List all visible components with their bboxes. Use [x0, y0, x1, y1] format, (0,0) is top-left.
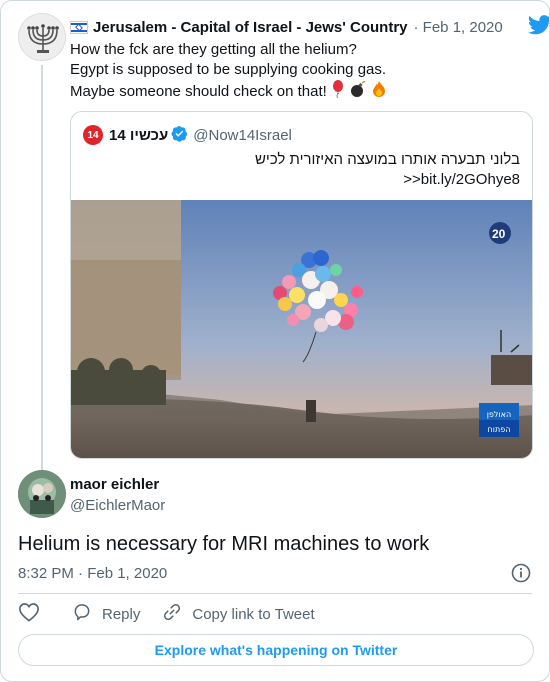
israel-flag-icon — [70, 20, 88, 34]
bomb-emoji-icon — [349, 80, 367, 104]
quoted-tweet[interactable]: 14 עכשיו 14 @Now14Israel בלוני תבערה אות… — [70, 111, 533, 459]
parent-text-line: Egypt is supposed to be supplying cookin… — [70, 61, 387, 78]
link-icon — [162, 602, 192, 626]
open-studio-logo: האולפן הפתוח — [479, 403, 519, 437]
channel-20-logo: 20 — [489, 222, 511, 244]
copy-link-label: Copy link to Tweet — [192, 605, 315, 623]
quoted-handle[interactable]: @Now14Israel — [193, 127, 292, 144]
parent-avatar[interactable] — [18, 13, 66, 61]
like-button[interactable] — [18, 602, 50, 626]
quoted-media-image[interactable]: 20 האולפן הפתוח — [71, 200, 532, 458]
svg-text:הפתוח: הפתוח — [488, 425, 511, 434]
fire-emoji-icon — [371, 80, 387, 104]
reply-bubble-icon — [72, 602, 102, 626]
quoted-tweet-link[interactable]: >>bit.ly/2GOhye8 — [403, 170, 520, 190]
info-icon[interactable] — [511, 563, 531, 588]
divider — [18, 593, 532, 594]
svg-text:האולפן: האולפן — [487, 410, 511, 419]
heart-icon — [18, 602, 50, 626]
quoted-header: 14 עכשיו 14 @Now14Israel — [83, 124, 292, 146]
thread-line — [41, 65, 43, 471]
parent-author-name[interactable]: Jerusalem - Capital of Israel - Jews' Co… — [93, 19, 408, 36]
author-name[interactable]: maor eichler — [70, 476, 159, 493]
author-avatar[interactable] — [18, 470, 66, 518]
tweet-text: Helium is necessary for MRI machines to … — [18, 533, 430, 555]
quoted-tweet-text: בלוני תבערה אותרו במועצה האיזורית לכיש — [254, 151, 520, 168]
copy-link-button[interactable]: Copy link to Tweet — [162, 602, 315, 626]
parent-header: Jerusalem - Capital of Israel - Jews' Co… — [70, 17, 540, 37]
svg-text:20: 20 — [492, 227, 506, 241]
channel-14-badge: 14 — [83, 125, 103, 145]
verified-badge-icon — [171, 125, 188, 146]
parent-text-line: How the fck are they getting all the hel… — [70, 41, 357, 58]
explore-twitter-button[interactable]: Explore what's happening on Twitter — [18, 634, 534, 666]
balloon-emoji-icon — [331, 80, 345, 104]
author-handle[interactable]: @EichlerMaor — [70, 497, 165, 514]
parent-text-line-content: Maybe someone should check on that! — [70, 83, 327, 100]
tweet-timestamp[interactable]: 8:32 PM · Feb 1, 2020 — [18, 565, 167, 582]
quoted-author-name[interactable]: עכשיו 14 — [109, 127, 168, 144]
parent-date[interactable]: · Feb 1, 2020 — [414, 19, 503, 36]
reply-label: Reply — [102, 605, 141, 623]
parent-text-line: Maybe someone should check on that! — [70, 80, 510, 104]
embedded-tweet-card: Jerusalem - Capital of Israel - Jews' Co… — [0, 0, 550, 682]
twitter-bird-icon[interactable] — [527, 15, 549, 40]
action-bar: Reply Copy link to Tweet — [18, 601, 337, 627]
reply-button[interactable]: Reply — [72, 602, 140, 626]
parent-tweet-text: How the fck are they getting all the hel… — [70, 40, 510, 104]
